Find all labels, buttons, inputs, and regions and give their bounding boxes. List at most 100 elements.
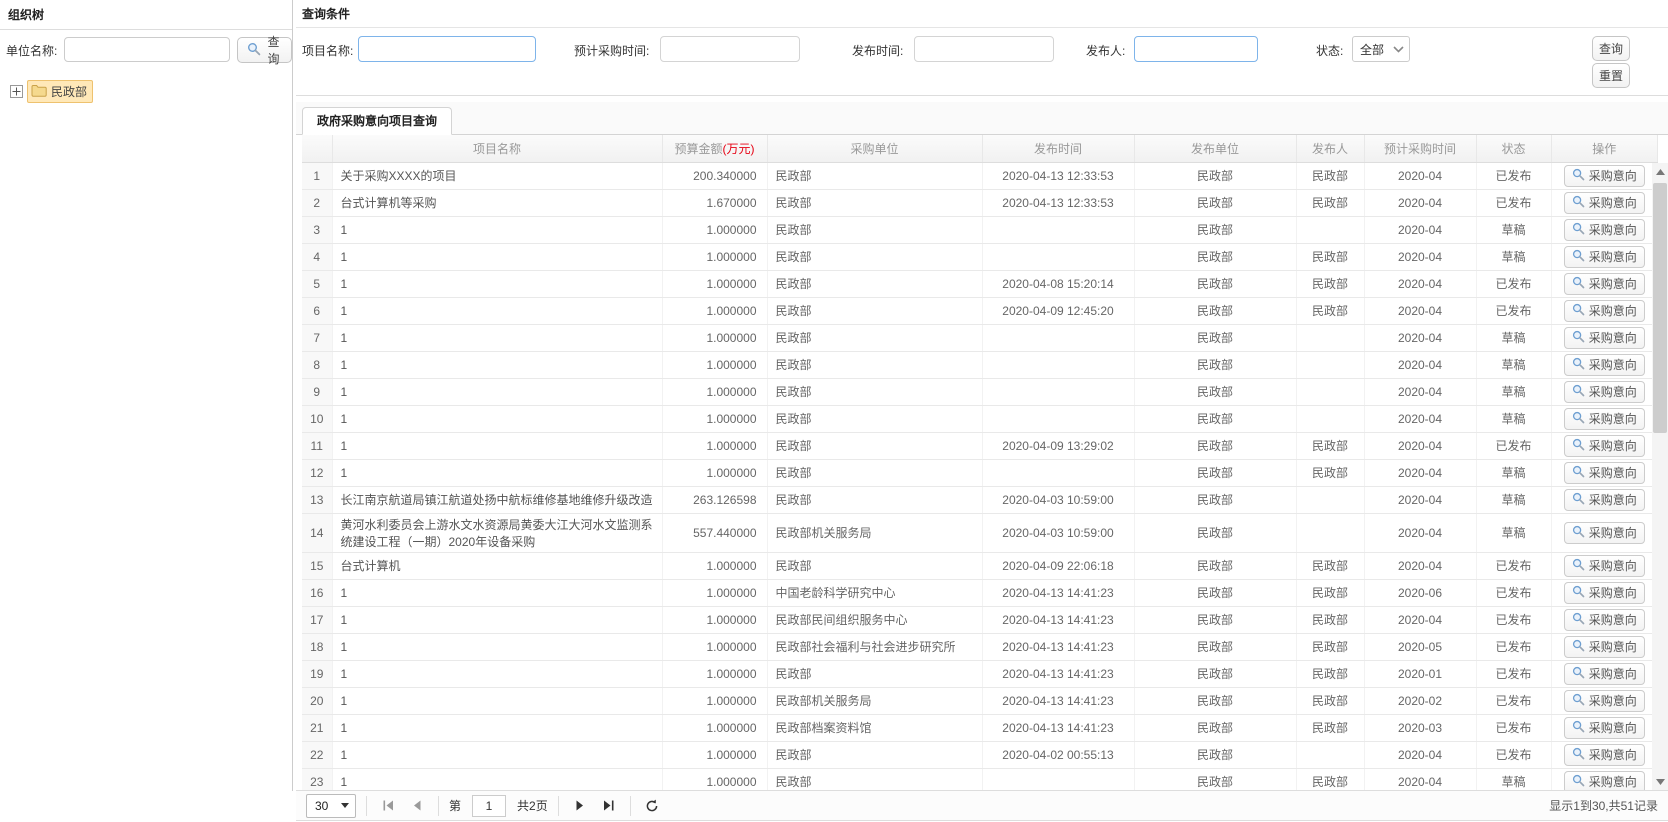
- cell-index: 1: [302, 162, 332, 189]
- table-row[interactable]: 311.000000民政部民政部2020-04草稿采购意向: [302, 216, 1658, 243]
- cell-planned-time: 2020-04: [1364, 513, 1476, 552]
- purchase-intention-button[interactable]: 采购意向: [1564, 354, 1645, 376]
- purchase-intention-button[interactable]: 采购意向: [1564, 408, 1645, 430]
- status-select[interactable]: 全部: [1352, 36, 1410, 62]
- table-row[interactable]: 411.000000民政部民政部民政部2020-04草稿采购意向: [302, 243, 1658, 270]
- purchase-intention-button[interactable]: 采购意向: [1564, 522, 1645, 544]
- cell-publish-time: 2020-04-08 15:20:14: [982, 270, 1134, 297]
- tree-expand-icon[interactable]: [10, 85, 23, 98]
- scrollbar-thumb[interactable]: [1653, 183, 1667, 433]
- magnifier-icon: [1572, 249, 1585, 265]
- tree-node-mingzhengbu[interactable]: 民政部: [27, 80, 93, 103]
- cell-status: 草稿: [1476, 243, 1551, 270]
- table-row[interactable]: 1811.000000民政部社会福利与社会进步研究所2020-04-13 14:…: [302, 633, 1658, 660]
- purchase-intention-button[interactable]: 采购意向: [1564, 192, 1645, 214]
- table-row[interactable]: 711.000000民政部民政部2020-04草稿采购意向: [302, 324, 1658, 351]
- project-name-input[interactable]: [358, 36, 536, 62]
- cell-action: 采购意向: [1551, 297, 1658, 324]
- refresh-button[interactable]: [641, 795, 663, 817]
- table-row[interactable]: 1911.000000民政部2020-04-13 14:41:23民政部民政部2…: [302, 660, 1658, 687]
- table-row[interactable]: 2211.000000民政部2020-04-02 00:55:13民政部2020…: [302, 741, 1658, 768]
- query-reset-button[interactable]: 重置: [1592, 63, 1630, 88]
- table-row[interactable]: 13长江南京航道局镇江航道处扬中航标维修基地维修升级改造263.126598民政…: [302, 486, 1658, 513]
- purchase-intention-button[interactable]: 采购意向: [1564, 582, 1645, 604]
- vertical-scrollbar[interactable]: [1652, 163, 1668, 790]
- table-row[interactable]: 1711.000000民政部民间组织服务中心2020-04-13 14:41:2…: [302, 606, 1658, 633]
- prev-page-button[interactable]: [406, 795, 428, 817]
- results-table: 项目名称 预算金额(万元) 采购单位 发布时间 发布单位 发布人 预计采购时间 …: [302, 135, 1658, 790]
- cell-purchaser: 民政部档案资料馆: [767, 714, 982, 741]
- purchase-intention-button[interactable]: 采购意向: [1564, 219, 1645, 241]
- cell-planned-time: 2020-04: [1364, 162, 1476, 189]
- cell-purchaser: 民政部: [767, 741, 982, 768]
- table-row[interactable]: 811.000000民政部民政部2020-04草稿采购意向: [302, 351, 1658, 378]
- table-row[interactable]: 15台式计算机1.000000民政部2020-04-09 22:06:18民政部…: [302, 552, 1658, 579]
- planned-time-input[interactable]: [660, 36, 800, 62]
- purchase-intention-button-label: 采购意向: [1589, 692, 1637, 709]
- cell-publish-time: [982, 324, 1134, 351]
- unit-name-input[interactable]: [64, 37, 230, 62]
- purchase-intention-button[interactable]: 采购意向: [1564, 273, 1645, 295]
- cell-budget: 1.000000: [662, 297, 767, 324]
- purchase-intention-button[interactable]: 采购意向: [1564, 327, 1645, 349]
- purchase-intention-button[interactable]: 采购意向: [1564, 165, 1645, 187]
- magnifier-icon: [1572, 666, 1585, 682]
- table-row[interactable]: 911.000000民政部民政部2020-04草稿采购意向: [302, 378, 1658, 405]
- table-row[interactable]: 1611.000000中国老龄科学研究中心2020-04-13 14:41:23…: [302, 579, 1658, 606]
- purchase-intention-button[interactable]: 采购意向: [1564, 663, 1645, 685]
- table-row[interactable]: 14黄河水利委员会上游水文水资源局黄委大江大河水文监测系统建设工程（一期）202…: [302, 513, 1658, 552]
- tab-procurement-intention-query[interactable]: 政府采购意向项目查询: [302, 107, 452, 135]
- table-row[interactable]: 1011.000000民政部民政部2020-04草稿采购意向: [302, 405, 1658, 432]
- table-row[interactable]: 2011.000000民政部机关服务局2020-04-13 14:41:23民政…: [302, 687, 1658, 714]
- scroll-down-arrow-icon[interactable]: [1652, 773, 1668, 790]
- purchase-intention-button[interactable]: 采购意向: [1564, 744, 1645, 766]
- cell-publisher: 民政部: [1296, 459, 1364, 486]
- page-size-select[interactable]: 30: [306, 794, 356, 818]
- cell-action: 采购意向: [1551, 324, 1658, 351]
- cell-planned-time: 2020-04: [1364, 405, 1476, 432]
- cell-index: 4: [302, 243, 332, 270]
- cell-purchaser: 民政部: [767, 660, 982, 687]
- cell-publisher: 民政部: [1296, 162, 1364, 189]
- purchase-intention-button[interactable]: 采购意向: [1564, 717, 1645, 739]
- purchase-intention-button[interactable]: 采购意向: [1564, 435, 1645, 457]
- purchase-intention-button[interactable]: 采购意向: [1564, 636, 1645, 658]
- current-page-input[interactable]: [472, 795, 506, 817]
- purchase-intention-button[interactable]: 采购意向: [1564, 609, 1645, 631]
- purchase-intention-button[interactable]: 采购意向: [1564, 300, 1645, 322]
- last-page-button[interactable]: [598, 795, 620, 817]
- table-row[interactable]: 611.000000民政部2020-04-09 12:45:20民政部民政部20…: [302, 297, 1658, 324]
- table-row[interactable]: 2111.000000民政部档案资料馆2020-04-13 14:41:23民政…: [302, 714, 1658, 741]
- cell-planned-time: 2020-05: [1364, 633, 1476, 660]
- table-row[interactable]: 2311.000000民政部民政部民政部2020-04草稿采购意向: [302, 768, 1658, 790]
- purchase-intention-button[interactable]: 采购意向: [1564, 489, 1645, 511]
- purchase-intention-button[interactable]: 采购意向: [1564, 246, 1645, 268]
- cell-publisher: [1296, 324, 1364, 351]
- cell-status: 已发布: [1476, 606, 1551, 633]
- unit-name-label: 单位名称:: [6, 42, 57, 59]
- purchase-intention-button[interactable]: 采购意向: [1564, 381, 1645, 403]
- cell-publish-unit: 民政部: [1134, 459, 1296, 486]
- table-row[interactable]: 1关于采购XXXX的项目200.340000民政部2020-04-13 12:3…: [302, 162, 1658, 189]
- query-search-button[interactable]: 查询: [1592, 36, 1630, 61]
- table-row[interactable]: 2台式计算机等采购1.670000民政部2020-04-13 12:33:53民…: [302, 189, 1658, 216]
- first-page-button[interactable]: [377, 795, 399, 817]
- publisher-input[interactable]: [1134, 36, 1258, 62]
- next-page-button[interactable]: [569, 795, 591, 817]
- publish-time-input[interactable]: [914, 36, 1054, 62]
- cell-publish-unit: 民政部: [1134, 579, 1296, 606]
- table-row[interactable]: 1111.000000民政部2020-04-09 13:29:02民政部民政部2…: [302, 432, 1658, 459]
- tree-search-button[interactable]: 查询: [237, 37, 292, 63]
- cell-publish-unit: 民政部: [1134, 606, 1296, 633]
- purchase-intention-button[interactable]: 采购意向: [1564, 462, 1645, 484]
- cell-action: 采购意向: [1551, 459, 1658, 486]
- table-row[interactable]: 511.000000民政部2020-04-08 15:20:14民政部民政部20…: [302, 270, 1658, 297]
- purchase-intention-button[interactable]: 采购意向: [1564, 771, 1645, 791]
- cell-publisher: [1296, 351, 1364, 378]
- table-row[interactable]: 1211.000000民政部民政部民政部2020-04草稿采购意向: [302, 459, 1658, 486]
- purchase-intention-button[interactable]: 采购意向: [1564, 555, 1645, 577]
- cell-publish-time: [982, 378, 1134, 405]
- cell-action: 采购意向: [1551, 378, 1658, 405]
- scroll-up-arrow-icon[interactable]: [1652, 163, 1668, 180]
- purchase-intention-button[interactable]: 采购意向: [1564, 690, 1645, 712]
